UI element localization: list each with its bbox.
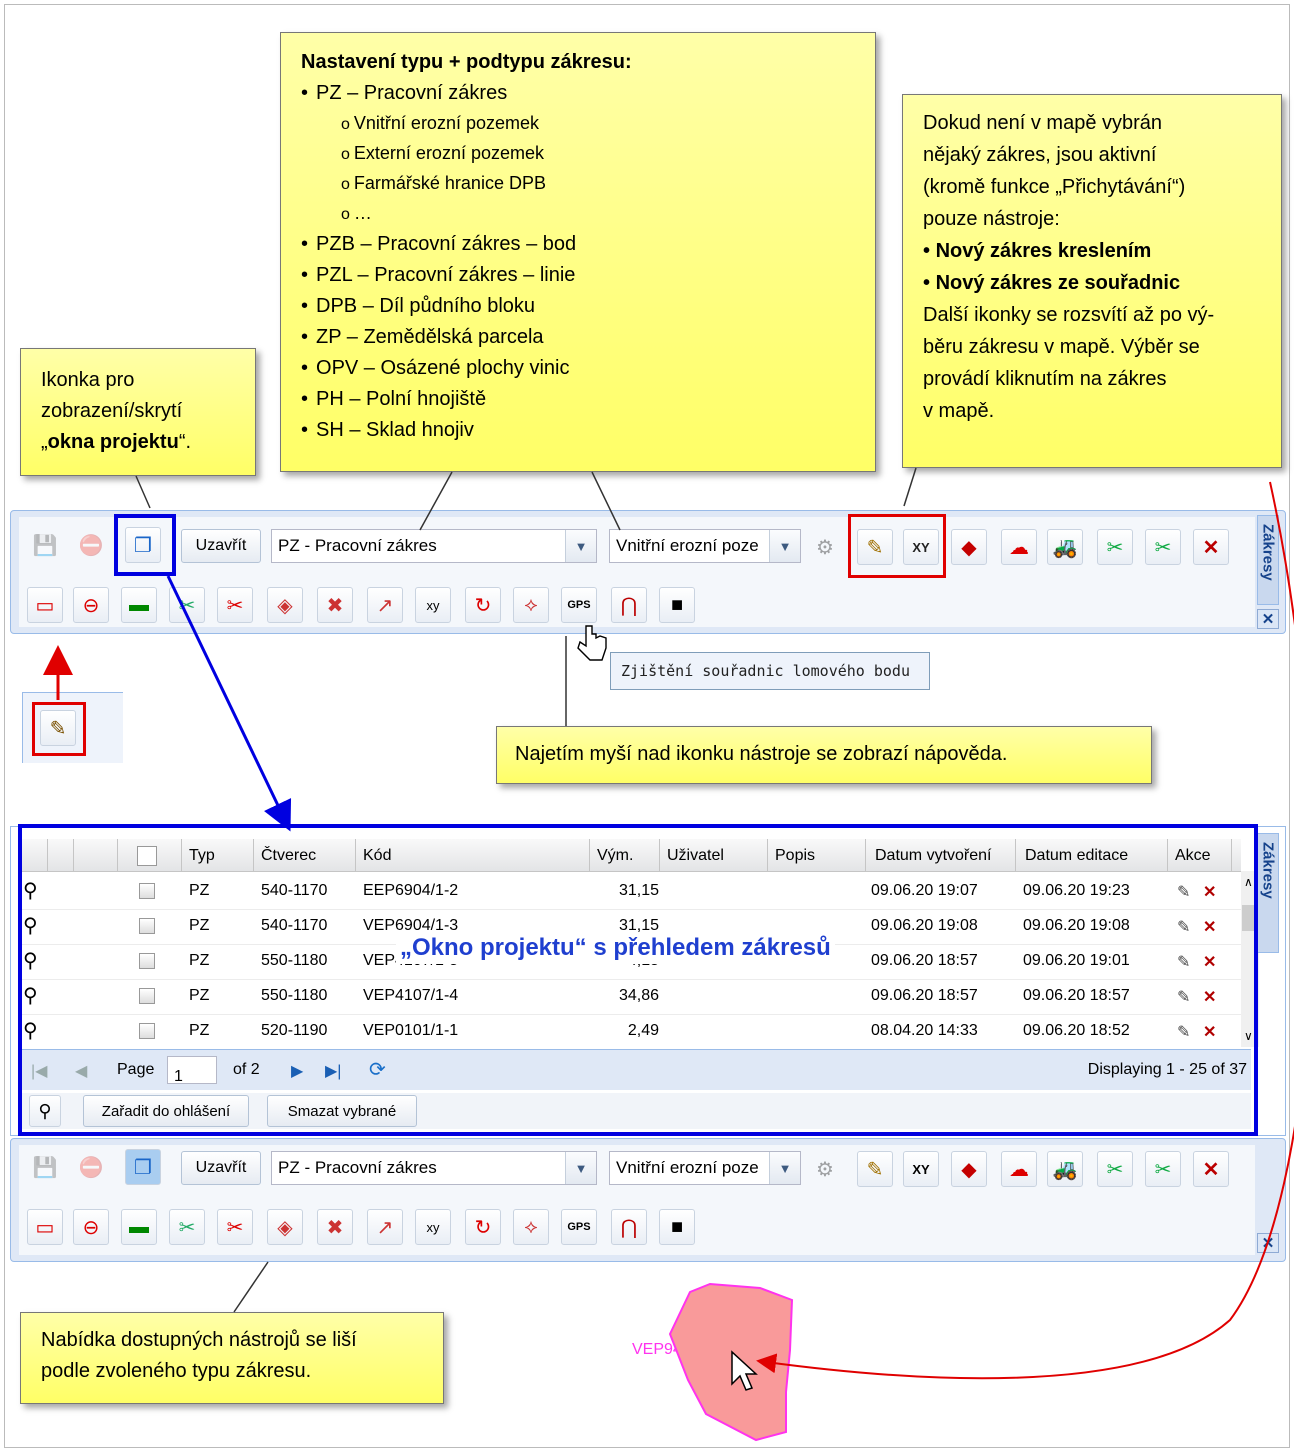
leader-line	[903, 467, 917, 507]
leader-line	[233, 1261, 269, 1313]
map-parcel-polygon[interactable]	[668, 1282, 794, 1442]
leader-line	[591, 471, 621, 531]
leader-line	[419, 471, 453, 531]
leader-line	[135, 475, 151, 509]
red-curve-arrow	[756, 481, 1294, 1380]
hand-cursor-icon	[577, 625, 607, 661]
annotation-overlay	[43, 467, 1294, 1442]
blue-arrow	[166, 575, 292, 832]
